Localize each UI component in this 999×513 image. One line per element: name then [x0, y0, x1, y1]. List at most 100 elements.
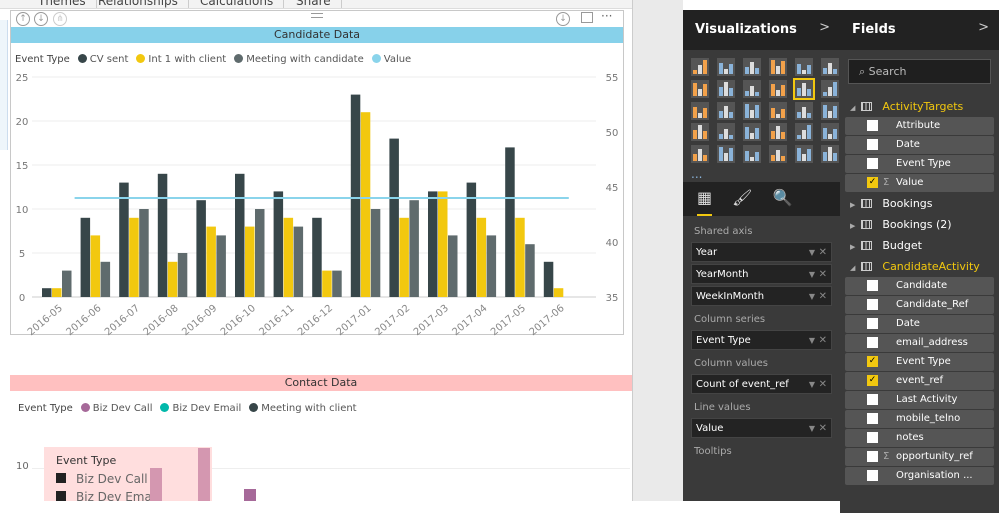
more-options-icon[interactable]: ··· — [601, 9, 612, 23]
bar-int-1-with-client[interactable] — [129, 217, 139, 297]
dropdown-chevron-icon[interactable]: ▼ — [809, 243, 815, 263]
checkbox-checked[interactable]: ✓ — [867, 356, 878, 367]
field-item[interactable]: Attribute — [845, 117, 994, 135]
bar-cv-sent[interactable] — [119, 182, 129, 297]
well-field-pill[interactable]: Value ▼ ✕ — [691, 418, 832, 438]
remove-x-icon[interactable]: ✕ — [819, 331, 827, 351]
bar-cv-sent[interactable] — [196, 200, 206, 297]
field-item[interactable]: notes — [845, 429, 994, 447]
field-table[interactable]: ◢ CandidateActivity — [840, 256, 999, 277]
bar-cv-sent[interactable] — [312, 217, 322, 297]
bar-cv-sent[interactable] — [42, 288, 52, 297]
field-item[interactable]: Event Type — [845, 155, 994, 173]
visual-type-icon[interactable] — [795, 123, 813, 142]
visual-type-icon[interactable] — [717, 79, 735, 98]
visual-type-icon[interactable] — [769, 79, 787, 98]
bar-int-1-with-client[interactable] — [322, 270, 332, 297]
field-item[interactable]: ✓ Event Type — [845, 353, 994, 371]
visual-type-icon[interactable] — [769, 101, 787, 120]
analytics-icon[interactable]: 🔍 — [772, 188, 792, 216]
legend-item[interactable]: Meeting with client — [249, 403, 357, 414]
more-visuals-icon[interactable]: ... — [691, 167, 711, 182]
dropdown-chevron-icon[interactable]: ▼ — [809, 331, 815, 351]
visual-type-icon[interactable] — [691, 101, 709, 120]
checkbox[interactable] — [867, 337, 878, 348]
bar-meeting-with-candidate[interactable] — [139, 209, 149, 297]
field-item[interactable]: Organisation ... — [845, 467, 994, 485]
tab-calculations[interactable]: Calculations — [190, 0, 285, 8]
bar-meeting-with-candidate[interactable] — [486, 235, 497, 297]
checkbox[interactable] — [867, 432, 878, 443]
bar-cv-sent[interactable] — [389, 138, 399, 297]
bar-meeting-with-candidate[interactable] — [370, 209, 381, 297]
bar-int-1-with-client[interactable] — [438, 191, 448, 297]
field-item[interactable]: Candidate_Ref — [845, 296, 994, 314]
bar-cv-sent[interactable] — [428, 191, 438, 297]
bar-cv-sent[interactable] — [505, 147, 515, 297]
field-item[interactable]: Last Activity — [845, 391, 994, 409]
bar-int-1-with-client[interactable] — [553, 288, 564, 297]
visual-type-icon[interactable] — [717, 145, 735, 164]
field-table[interactable]: ◢ ActivityTargets — [840, 96, 999, 117]
bar-cv-sent[interactable] — [350, 94, 361, 297]
visual-type-icon[interactable] — [717, 58, 735, 76]
field-item[interactable]: Candidate — [845, 277, 994, 295]
field-item[interactable]: ✓ event_ref — [845, 372, 994, 390]
collapsed-triangle-icon[interactable]: ▶ — [850, 222, 855, 230]
expanded-triangle-icon[interactable]: ◢ — [850, 104, 855, 112]
dropdown-chevron-icon[interactable]: ▼ — [809, 375, 815, 395]
visual-type-icon[interactable] — [743, 123, 761, 142]
well-field-pill[interactable]: YearMonth ▼ ✕ — [691, 264, 832, 284]
field-table[interactable]: ▶ Budget — [840, 235, 999, 256]
visual-type-icon[interactable] — [795, 58, 813, 76]
field-table[interactable]: ▶ Bookings (2) — [840, 214, 999, 235]
visual-type-icon[interactable] — [691, 58, 709, 76]
expanded-triangle-icon[interactable]: ◢ — [850, 264, 855, 272]
visual-type-icon[interactable] — [691, 145, 709, 164]
bar-int-1-with-client[interactable] — [399, 217, 409, 297]
remove-x-icon[interactable]: ✕ — [819, 287, 827, 307]
tab-relationships[interactable]: Relationships — [88, 0, 189, 8]
dropdown-chevron-icon[interactable]: ▼ — [809, 265, 815, 285]
bar-meeting-with-candidate[interactable] — [448, 235, 458, 297]
expand-hierarchy-icon[interactable]: ⋔ — [53, 12, 67, 26]
legend-item[interactable]: Biz Dev Email — [160, 403, 241, 414]
bar-meeting-with-candidate[interactable] — [525, 244, 535, 297]
well-field-pill[interactable]: Year ▼ ✕ — [691, 242, 832, 262]
visual-type-icon[interactable] — [717, 123, 735, 142]
format-paint-roller-icon[interactable]: 🖌 — [732, 188, 752, 216]
legend-item[interactable]: Biz Dev Call — [80, 403, 152, 414]
bar-meeting-with-candidate[interactable] — [332, 270, 342, 297]
remove-x-icon[interactable]: ✕ — [819, 243, 827, 263]
bar-cv-sent[interactable] — [80, 217, 91, 297]
visual-type-icon[interactable] — [821, 145, 839, 164]
tab-share[interactable]: Share — [286, 0, 342, 8]
bar-cv-sent[interactable] — [157, 173, 168, 297]
visual-type-icon[interactable] — [743, 101, 761, 120]
checkbox-checked[interactable]: ✓ — [867, 375, 878, 386]
well-field-pill[interactable]: Count of event_ref ▼ ✕ — [691, 374, 832, 394]
bar-int-1-with-client[interactable] — [90, 235, 101, 297]
field-item[interactable]: Date — [845, 315, 994, 333]
bar-int-1-with-client[interactable] — [206, 226, 216, 297]
drill-down-all-icon[interactable]: ↓ — [34, 12, 48, 26]
drill-mode-icon[interactable]: ↓ — [556, 12, 570, 26]
checkbox[interactable] — [867, 394, 878, 405]
visual-type-icon[interactable] — [821, 123, 839, 142]
checkbox-checked[interactable]: ✓ — [867, 177, 878, 188]
checkbox[interactable] — [867, 139, 878, 150]
checkbox[interactable] — [867, 158, 878, 169]
field-table[interactable]: ▶ Bookings — [840, 193, 999, 214]
checkbox[interactable] — [867, 470, 878, 481]
visual-type-icon[interactable] — [691, 123, 709, 142]
field-item[interactable]: ✓ Σ Value — [845, 174, 994, 192]
bar-meeting-with-candidate[interactable] — [409, 200, 419, 297]
visual-type-icon[interactable] — [769, 58, 787, 76]
bar-meeting-with-candidate[interactable] — [62, 270, 72, 297]
checkbox[interactable] — [867, 451, 878, 462]
focus-mode-icon[interactable] — [581, 12, 593, 23]
bar-int-1-with-client[interactable] — [476, 217, 487, 297]
checkbox[interactable] — [867, 280, 878, 291]
bar-meeting-with-candidate[interactable] — [100, 261, 111, 297]
dropdown-chevron-icon[interactable]: ▼ — [809, 419, 815, 439]
